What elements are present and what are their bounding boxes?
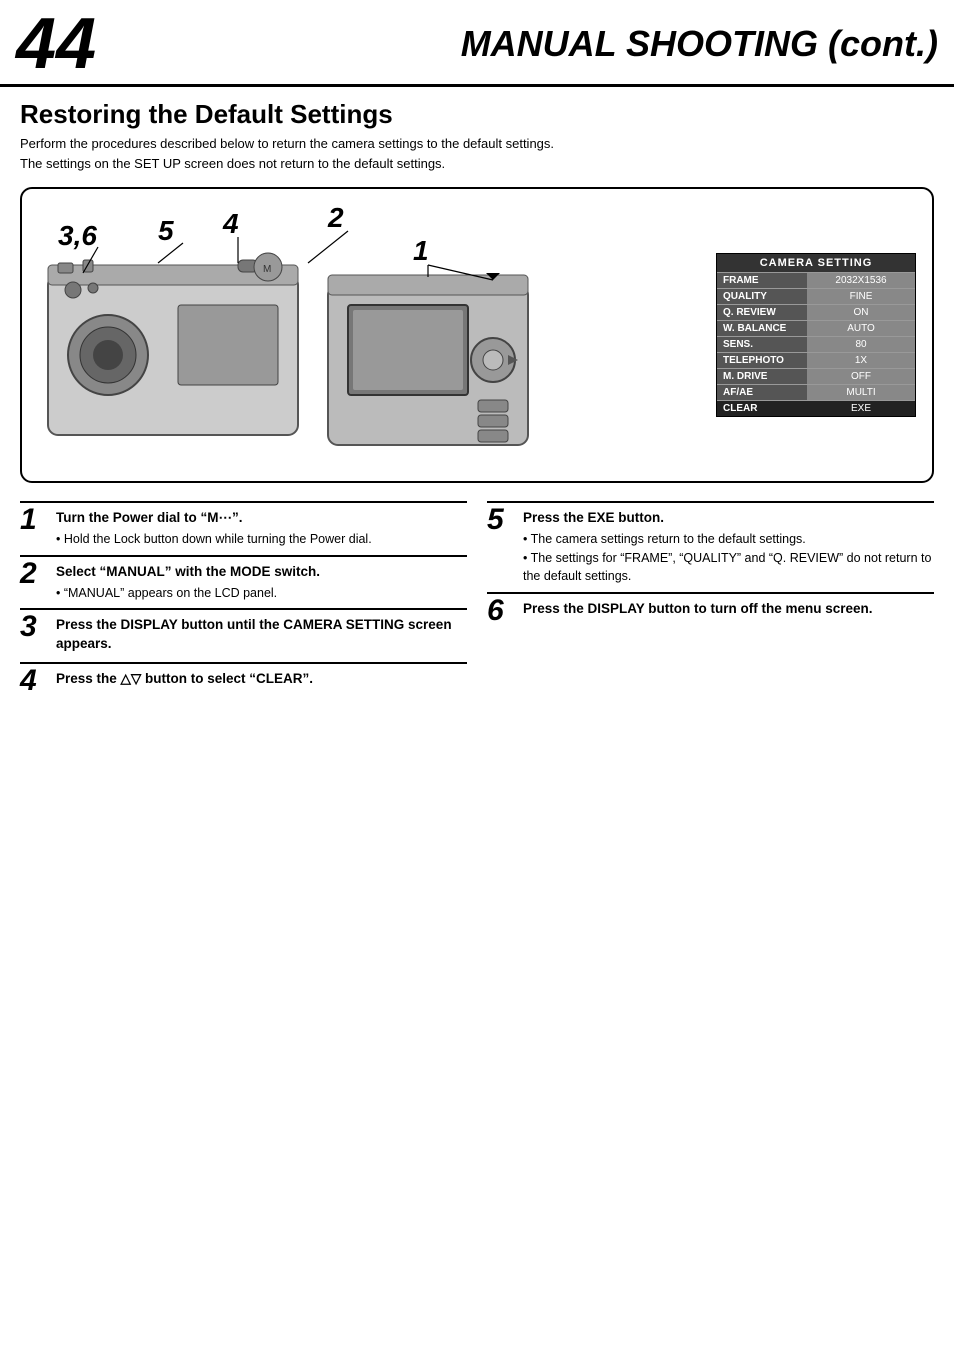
table-row: W. BALANCEAUTO xyxy=(717,320,915,336)
page-header: 44 MANUAL SHOOTING (cont.) xyxy=(0,0,954,87)
camera-setting-table: CAMERA SETTING FRAME2032X1536QUALITYFINE… xyxy=(716,253,916,417)
section-description: Perform the procedures described below t… xyxy=(20,134,934,173)
steps-area: 1Turn the Power dial to “M⋯”.Hold the Lo… xyxy=(20,501,934,702)
table-row: AF/AEMULTI xyxy=(717,384,915,400)
page-content: Restoring the Default Settings Perform t… xyxy=(0,87,954,722)
step-item: 2Select “MANUAL” with the MODE switch.“M… xyxy=(20,555,467,609)
table-row: FRAME2032X1536 xyxy=(717,272,915,288)
table-row: CLEAREXE xyxy=(717,400,915,416)
table-row: Q. REVIEWON xyxy=(717,304,915,320)
step-item: 1Turn the Power dial to “M⋯”.Hold the Lo… xyxy=(20,501,467,555)
steps-right: 5Press the EXE button.The camera setting… xyxy=(487,501,934,702)
table-row: SENS.80 xyxy=(717,336,915,352)
camera-illustration: 3,6 5 4 2 M xyxy=(38,205,716,465)
table-header: CAMERA SETTING xyxy=(717,254,915,272)
svg-text:3,6: 3,6 xyxy=(58,220,97,251)
step-item: 5Press the EXE button.The camera setting… xyxy=(487,501,934,592)
step-item: 6Press the DISPLAY button to turn off th… xyxy=(487,592,934,632)
svg-text:M: M xyxy=(263,264,271,275)
section-title: Restoring the Default Settings xyxy=(20,99,934,130)
page-number: 44 xyxy=(16,8,96,80)
step-item: 4Press the △▽ button to select “CLEAR”. xyxy=(20,662,467,702)
camera-svg: 3,6 5 4 2 M xyxy=(38,205,558,465)
svg-text:5: 5 xyxy=(158,215,174,246)
table-row: M. DRIVEOFF xyxy=(717,368,915,384)
steps-left: 1Turn the Power dial to “M⋯”.Hold the Lo… xyxy=(20,501,467,702)
chapter-title: MANUAL SHOOTING (cont.) xyxy=(96,23,938,65)
svg-text:4: 4 xyxy=(222,208,239,239)
svg-text:1: 1 xyxy=(413,235,429,266)
step-item: 3Press the DISPLAY button until the CAME… xyxy=(20,608,467,662)
diagram-box: 3,6 5 4 2 M xyxy=(20,187,934,483)
table-row: TELEPHOTO1X xyxy=(717,352,915,368)
svg-text:2: 2 xyxy=(327,205,344,233)
table-row: QUALITYFINE xyxy=(717,288,915,304)
